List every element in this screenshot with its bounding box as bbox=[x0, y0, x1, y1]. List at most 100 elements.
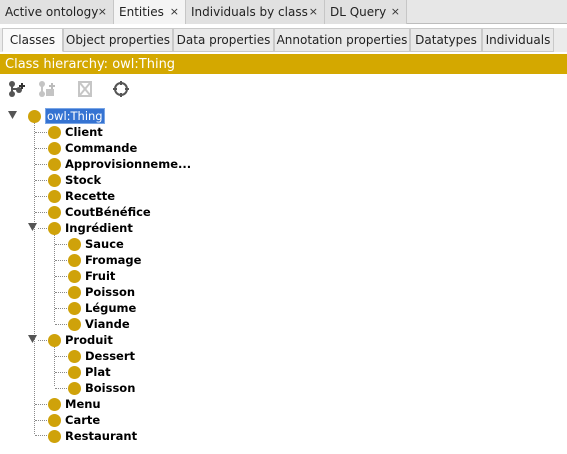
tab-label: Entities bbox=[119, 5, 164, 19]
close-icon[interactable]: × bbox=[309, 5, 318, 18]
tree-node-label: Légume bbox=[85, 301, 137, 315]
close-icon[interactable]: × bbox=[170, 5, 179, 18]
class-icon bbox=[48, 189, 61, 203]
tree-node-label: Dessert bbox=[85, 349, 136, 363]
tree-connector bbox=[55, 276, 67, 277]
tree-node-label: Fromage bbox=[85, 253, 142, 267]
tree-node-label: Menu bbox=[65, 397, 101, 411]
tree-connector bbox=[55, 356, 67, 357]
class-icon bbox=[68, 317, 81, 331]
tree-node-label: Recette bbox=[65, 189, 116, 203]
tree-connector bbox=[38, 228, 47, 229]
tree-node[interactable]: Commande bbox=[48, 140, 137, 156]
class-icon bbox=[48, 429, 61, 443]
tab-dl-query[interactable]: DL Query × bbox=[325, 0, 407, 24]
tree-node-label: Poisson bbox=[85, 285, 136, 299]
class-toolbar bbox=[0, 77, 567, 101]
class-icon bbox=[68, 365, 81, 379]
class-icon bbox=[68, 381, 81, 395]
close-icon[interactable]: × bbox=[391, 5, 400, 18]
tree-node-label: Boisson bbox=[85, 381, 136, 395]
tree-node-label: Client bbox=[65, 125, 103, 139]
tree-connector bbox=[38, 340, 47, 341]
add-subclass-icon[interactable] bbox=[7, 80, 27, 98]
tree-node[interactable]: Client bbox=[48, 124, 103, 140]
tree-node[interactable]: Légume bbox=[68, 300, 136, 316]
tab-active-ontology[interactable]: Active ontology × bbox=[0, 0, 114, 24]
tree-node-label: Commande bbox=[65, 141, 138, 155]
class-tree: owl:Thing Client Commande Approvisionnem… bbox=[0, 104, 567, 454]
tree-node[interactable]: Menu bbox=[48, 396, 101, 412]
class-icon bbox=[68, 237, 81, 251]
tree-connector bbox=[35, 435, 47, 436]
tree-connector bbox=[35, 420, 47, 421]
tree-connector bbox=[35, 132, 47, 133]
tab-entities[interactable]: Entities × bbox=[114, 0, 186, 24]
class-hierarchy-header: Class hierarchy: owl:Thing bbox=[0, 54, 567, 74]
tab-label: Individuals by class bbox=[191, 5, 308, 19]
tree-connector bbox=[35, 196, 47, 197]
tab-data-properties[interactable]: Data properties bbox=[173, 28, 274, 52]
class-icon bbox=[48, 221, 61, 235]
tree-connector bbox=[55, 324, 67, 325]
tree-node[interactable]: Viande bbox=[68, 316, 130, 332]
entity-sub-tabs: Classes Object properties Data propertie… bbox=[0, 28, 567, 52]
tree-node[interactable]: Plat bbox=[68, 364, 111, 380]
tree-node[interactable]: Restaurant bbox=[48, 428, 137, 444]
tree-node-label: Carte bbox=[65, 413, 101, 427]
tree-node[interactable]: Sauce bbox=[68, 236, 124, 252]
class-icon bbox=[68, 285, 81, 299]
tab-individuals[interactable]: Individuals bbox=[482, 28, 554, 52]
expand-triangle-icon[interactable] bbox=[8, 111, 17, 120]
tree-node-label: Stock bbox=[65, 173, 102, 187]
tab-label: Active ontology bbox=[5, 5, 99, 19]
tree-connector bbox=[35, 180, 47, 181]
tree-node[interactable]: Fromage bbox=[68, 252, 141, 268]
tab-object-properties[interactable]: Object properties bbox=[63, 28, 173, 52]
class-icon bbox=[48, 157, 61, 171]
tree-connector bbox=[55, 372, 67, 373]
tab-datatypes[interactable]: Datatypes bbox=[410, 28, 482, 52]
tree-node[interactable]: Boisson bbox=[68, 380, 135, 396]
tree-node[interactable]: Poisson bbox=[68, 284, 135, 300]
tree-connector bbox=[55, 388, 67, 389]
class-icon bbox=[68, 349, 81, 363]
tree-node[interactable]: Dessert bbox=[68, 348, 135, 364]
close-icon[interactable]: × bbox=[98, 5, 107, 18]
tab-classes[interactable]: Classes bbox=[2, 28, 63, 52]
tree-node-owl-thing[interactable]: owl:Thing bbox=[28, 108, 105, 124]
class-icon bbox=[48, 333, 61, 347]
expand-triangle-icon[interactable] bbox=[28, 335, 37, 344]
tree-node[interactable]: Produit bbox=[48, 332, 113, 348]
tree-node-label: Plat bbox=[85, 365, 111, 379]
tree-node[interactable]: Recette bbox=[48, 188, 115, 204]
tree-node[interactable]: Approvisionneme... bbox=[48, 156, 191, 172]
tree-connector bbox=[55, 292, 67, 293]
tree-node[interactable]: Fruit bbox=[68, 268, 115, 284]
tree-connector bbox=[55, 260, 67, 261]
tree-node-label: Sauce bbox=[85, 237, 124, 251]
tree-node-label: Viande bbox=[85, 317, 130, 331]
expand-triangle-icon[interactable] bbox=[28, 223, 37, 232]
tab-annotation-properties[interactable]: Annotation properties bbox=[274, 28, 410, 52]
tree-node[interactable]: Ingrédient bbox=[48, 220, 133, 236]
find-icon[interactable] bbox=[111, 80, 131, 98]
tab-individuals-by-class[interactable]: Individuals by class × bbox=[186, 0, 325, 24]
tree-connector bbox=[34, 122, 35, 434]
tree-connector bbox=[54, 346, 55, 386]
tree-node-label: owl:Thing bbox=[45, 108, 105, 124]
class-icon bbox=[68, 269, 81, 283]
class-icon bbox=[28, 109, 41, 123]
tree-node[interactable]: Carte bbox=[48, 412, 100, 428]
tree-node[interactable]: CoutBénéfice bbox=[48, 204, 151, 220]
tree-connector bbox=[55, 244, 67, 245]
tree-node[interactable]: Stock bbox=[48, 172, 101, 188]
tree-node-label: Approvisionneme... bbox=[65, 157, 192, 171]
add-sibling-icon[interactable] bbox=[37, 80, 57, 98]
tree-connector bbox=[35, 148, 47, 149]
tree-node-label: CoutBénéfice bbox=[65, 205, 151, 219]
delete-class-icon[interactable] bbox=[75, 80, 95, 98]
class-icon bbox=[48, 397, 61, 411]
class-icon bbox=[48, 173, 61, 187]
tab-label: DL Query bbox=[330, 5, 387, 19]
